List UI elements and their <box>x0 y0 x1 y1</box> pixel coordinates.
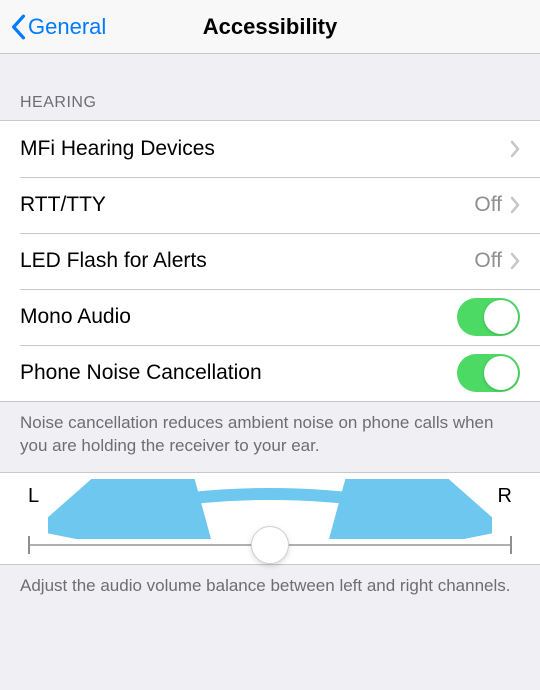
back-label: General <box>28 14 106 40</box>
back-button[interactable]: General <box>0 0 106 53</box>
row-value: Off <box>474 249 502 273</box>
audio-balance-slider[interactable] <box>28 544 512 546</box>
row-label: Mono Audio <box>20 305 131 329</box>
audio-balance-cell: L R <box>0 472 540 565</box>
hearing-settings-group: MFi Hearing Devices RTT/TTY Off LED Flas… <box>0 120 540 402</box>
chevron-right-icon <box>510 140 520 158</box>
slider-thumb[interactable] <box>251 526 289 564</box>
chevron-right-icon <box>510 252 520 270</box>
noise-cancellation-footer: Noise cancellation reduces ambient noise… <box>0 402 540 472</box>
row-label: MFi Hearing Devices <box>20 137 215 161</box>
row-value: Off <box>474 193 502 217</box>
balance-left-label: L <box>28 485 39 508</box>
row-label: RTT/TTY <box>20 193 106 217</box>
row-mfi-hearing-devices[interactable]: MFi Hearing Devices <box>0 121 540 177</box>
row-phone-noise-cancellation: Phone Noise Cancellation <box>0 345 540 401</box>
balance-right-label: R <box>498 485 512 508</box>
balance-footer: Adjust the audio volume balance between … <box>0 565 540 612</box>
row-mono-audio: Mono Audio <box>0 289 540 345</box>
row-label: Phone Noise Cancellation <box>20 361 262 385</box>
row-led-flash-for-alerts[interactable]: LED Flash for Alerts Off <box>0 233 540 289</box>
chevron-left-icon <box>10 14 26 40</box>
row-label: LED Flash for Alerts <box>20 249 207 273</box>
row-rtt-tty[interactable]: RTT/TTY Off <box>0 177 540 233</box>
section-header-hearing: HEARING <box>0 94 540 120</box>
phone-noise-cancellation-toggle[interactable] <box>457 354 520 392</box>
chevron-right-icon <box>510 196 520 214</box>
nav-bar: General Accessibility <box>0 0 540 54</box>
mono-audio-toggle[interactable] <box>457 298 520 336</box>
